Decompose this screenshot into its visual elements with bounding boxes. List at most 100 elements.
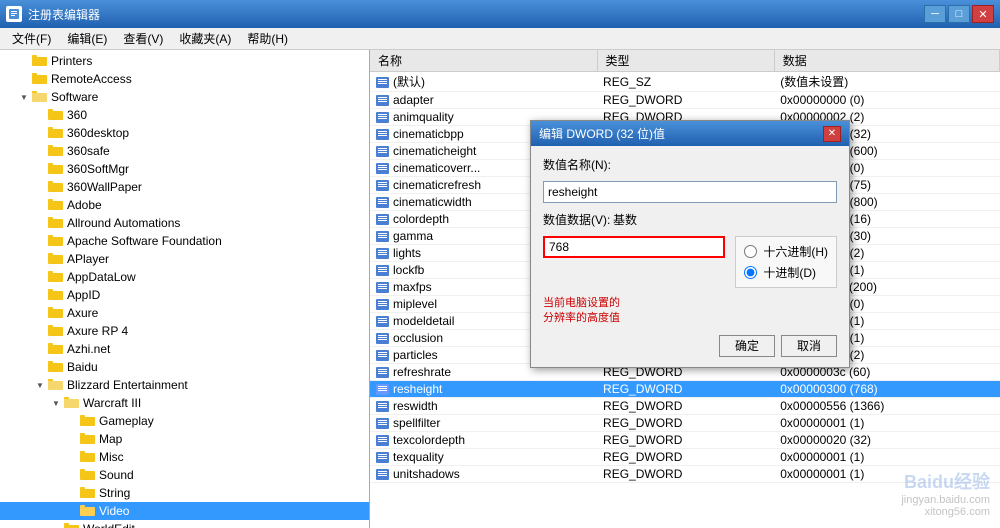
tree-item-360safe[interactable]: 360safe bbox=[0, 142, 369, 160]
tree-item-apache[interactable]: Apache Software Foundation bbox=[0, 232, 369, 250]
modal-body: 数值名称(N): 数值数据(V): 基数 十六进制(H) 十进制(D) bbox=[531, 146, 849, 367]
menu-help[interactable]: 帮助(H) bbox=[239, 28, 296, 49]
base-label: 基数 bbox=[613, 211, 683, 228]
radio-decimal[interactable] bbox=[744, 266, 757, 279]
table-row[interactable]: texqualityREG_DWORD0x00000001 (1) bbox=[370, 449, 1000, 466]
tree-item-gameplay[interactable]: Gameplay bbox=[0, 412, 369, 430]
menu-favorites[interactable]: 收藏夹(A) bbox=[171, 28, 239, 49]
reg-icon bbox=[376, 112, 390, 124]
folder-icon-allround bbox=[48, 215, 64, 232]
cell-type: REG_DWORD bbox=[597, 398, 774, 415]
cell-name: (默认) bbox=[370, 72, 597, 92]
menu-bar: 文件(F) 编辑(E) 查看(V) 收藏夹(A) 帮助(H) bbox=[0, 28, 1000, 50]
tree-item-appdata[interactable]: AppDataLow bbox=[0, 268, 369, 286]
reg-icon bbox=[376, 214, 390, 226]
folder-icon-string bbox=[80, 485, 96, 502]
col-data: 数据 bbox=[774, 50, 999, 72]
main-layout: PrintersRemoteAccess▼Software360360deskt… bbox=[0, 50, 1000, 528]
table-row[interactable]: texcolordepthREG_DWORD0x00000020 (32) bbox=[370, 432, 1000, 449]
tree-item-video[interactable]: Video bbox=[0, 502, 369, 520]
tree-item-allround[interactable]: Allround Automations bbox=[0, 214, 369, 232]
tree-item-worldedit[interactable]: WorldEdit bbox=[0, 520, 369, 528]
base-radio-group: 十六进制(H) 十进制(D) bbox=[735, 236, 837, 288]
tree-item-360desktop[interactable]: 360desktop bbox=[0, 124, 369, 142]
tree-arrow-warcraft3[interactable]: ▼ bbox=[48, 395, 64, 411]
tree-item-360softmgr[interactable]: 360SoftMgr bbox=[0, 160, 369, 178]
radio-hex-text: 十六进制(H) bbox=[763, 243, 828, 260]
tree-label-software: Software bbox=[51, 90, 98, 104]
cell-type: REG_DWORD bbox=[597, 466, 774, 483]
cell-name: spellfilter bbox=[370, 415, 597, 432]
tree-item-aplayer[interactable]: APlayer bbox=[0, 250, 369, 268]
tree-item-blizzard[interactable]: ▼Blizzard Entertainment bbox=[0, 376, 369, 394]
tree-item-baidu[interactable]: Baidu bbox=[0, 358, 369, 376]
folder-icon-sound bbox=[80, 467, 96, 484]
field-data-input[interactable] bbox=[543, 236, 725, 258]
folder-icon-360safe bbox=[48, 143, 64, 160]
tree-item-360wallpaper[interactable]: 360WallPaper bbox=[0, 178, 369, 196]
tree-item-axurep4[interactable]: Axure RP 4 bbox=[0, 322, 369, 340]
table-row[interactable]: unitshadowsREG_DWORD0x00000001 (1) bbox=[370, 466, 1000, 483]
radio-hex[interactable] bbox=[744, 245, 757, 258]
menu-file[interactable]: 文件(F) bbox=[4, 28, 59, 49]
folder-icon-blizzard bbox=[48, 377, 64, 394]
reg-icon bbox=[376, 418, 390, 430]
menu-edit[interactable]: 编辑(E) bbox=[59, 28, 115, 49]
tree-label-gameplay: Gameplay bbox=[99, 414, 154, 428]
tree-item-software[interactable]: ▼ Software bbox=[0, 88, 369, 106]
tree-item-printers[interactable]: Printers bbox=[0, 52, 369, 70]
field-data-label: 数值数据(V): bbox=[543, 211, 613, 228]
folder-icon-360desktop bbox=[48, 125, 64, 142]
reg-icon bbox=[376, 401, 390, 413]
reg-icon bbox=[376, 248, 390, 260]
tree-item-warcraft3[interactable]: ▼Warcraft III bbox=[0, 394, 369, 412]
table-row[interactable]: spellfilterREG_DWORD0x00000001 (1) bbox=[370, 415, 1000, 432]
cell-type: REG_DWORD bbox=[597, 92, 774, 109]
tree-item-360[interactable]: 360 bbox=[0, 106, 369, 124]
tree-item-appid[interactable]: AppID bbox=[0, 286, 369, 304]
tree-panel[interactable]: PrintersRemoteAccess▼Software360360deskt… bbox=[0, 50, 370, 528]
tree-arrow-blizzard[interactable]: ▼ bbox=[32, 377, 48, 393]
tree-label-azhi: Azhi.net bbox=[67, 342, 110, 356]
cell-name: texquality bbox=[370, 449, 597, 466]
table-row[interactable]: reswidthREG_DWORD0x00000556 (1366) bbox=[370, 398, 1000, 415]
modal-close-button[interactable]: ✕ bbox=[823, 126, 841, 142]
cancel-button[interactable]: 取消 bbox=[781, 335, 837, 357]
maximize-button[interactable]: □ bbox=[948, 5, 970, 23]
tree-item-string[interactable]: String bbox=[0, 484, 369, 502]
tree-label-sound: Sound bbox=[99, 468, 134, 482]
folder-icon-remoteaccess bbox=[32, 71, 48, 88]
tree-label-360desktop: 360desktop bbox=[67, 126, 129, 140]
confirm-button[interactable]: 确定 bbox=[719, 335, 775, 357]
tree-item-misc[interactable]: Misc bbox=[0, 448, 369, 466]
edit-dword-modal: 编辑 DWORD (32 位)值 ✕ 数值名称(N): 数值数据(V): 基数 … bbox=[530, 120, 850, 368]
reg-icon bbox=[376, 77, 390, 89]
minimize-button[interactable]: ─ bbox=[924, 5, 946, 23]
tree-item-sound[interactable]: Sound bbox=[0, 466, 369, 484]
tree-item-map[interactable]: Map bbox=[0, 430, 369, 448]
close-button[interactable]: ✕ bbox=[972, 5, 994, 23]
radio-decimal-label[interactable]: 十进制(D) bbox=[744, 264, 828, 281]
reg-icon bbox=[376, 163, 390, 175]
table-row[interactable]: (默认)REG_SZ(数值未设置) bbox=[370, 72, 1000, 92]
col-type: 类型 bbox=[597, 50, 774, 72]
table-row[interactable]: adapterREG_DWORD0x00000000 (0) bbox=[370, 92, 1000, 109]
cell-data: 0x00000000 (0) bbox=[774, 92, 999, 109]
reg-icon bbox=[376, 197, 390, 209]
tree-item-azhi[interactable]: Azhi.net bbox=[0, 340, 369, 358]
tree-arrow-software[interactable]: ▼ bbox=[16, 89, 32, 105]
folder-icon-warcraft3 bbox=[64, 395, 80, 412]
tree-label-string: String bbox=[99, 486, 130, 500]
tree-label-appid: AppID bbox=[67, 288, 100, 302]
radio-hex-label[interactable]: 十六进制(H) bbox=[744, 243, 828, 260]
field-name-input-row bbox=[543, 181, 837, 203]
cell-type: REG_DWORD bbox=[597, 432, 774, 449]
tree-item-axure[interactable]: Axure bbox=[0, 304, 369, 322]
cell-data: 0x00000001 (1) bbox=[774, 466, 999, 483]
tree-item-remoteaccess[interactable]: RemoteAccess bbox=[0, 70, 369, 88]
tree-item-adobe[interactable]: Adobe bbox=[0, 196, 369, 214]
field-name-input[interactable] bbox=[543, 181, 837, 203]
modal-buttons: 确定 取消 bbox=[543, 335, 837, 357]
menu-view[interactable]: 查看(V) bbox=[115, 28, 171, 49]
table-row[interactable]: resheightREG_DWORD0x00000300 (768) bbox=[370, 381, 1000, 398]
